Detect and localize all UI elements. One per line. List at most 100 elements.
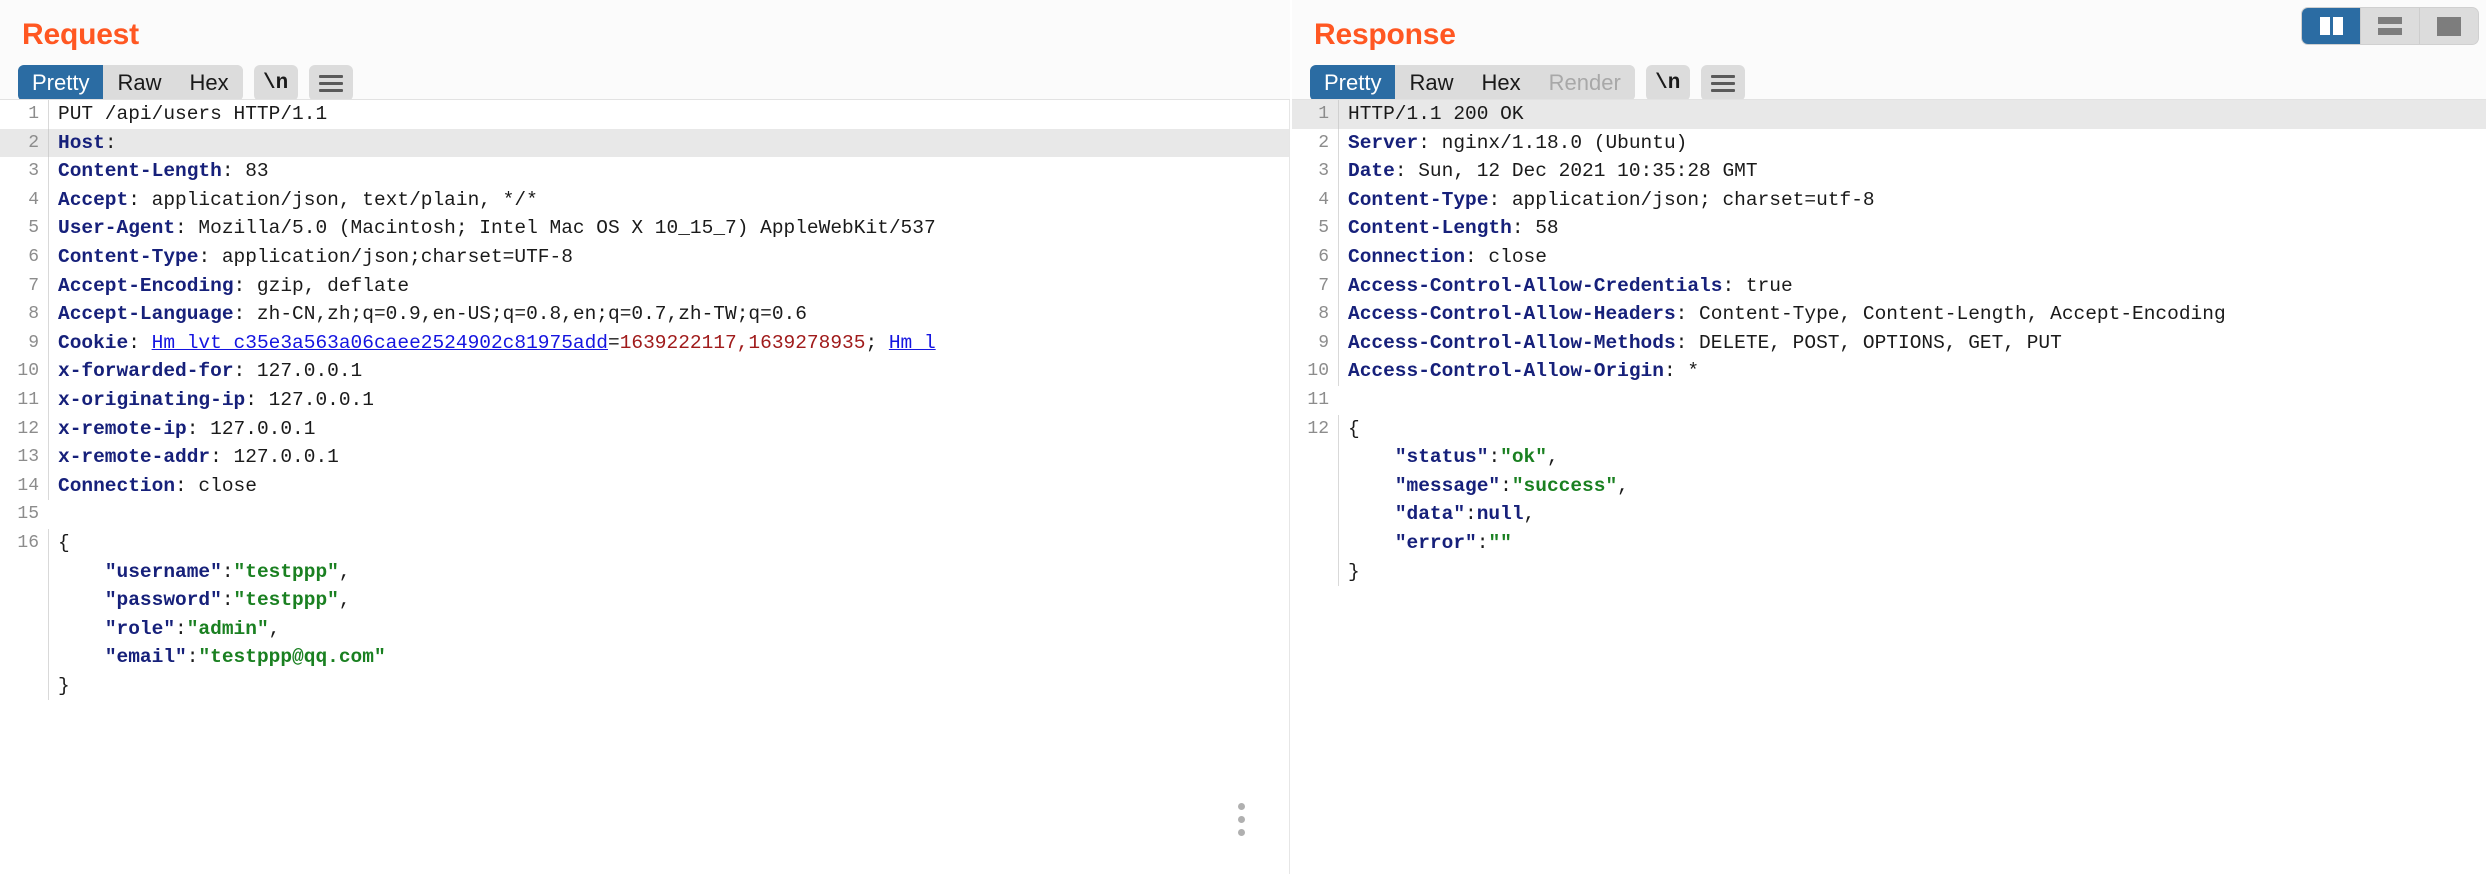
line-number: 2 — [1292, 129, 1338, 158]
line-content: Connection: close — [1338, 243, 2486, 272]
line-number: 11 — [0, 386, 48, 415]
line-content: } — [48, 672, 1290, 701]
request-newline-button[interactable]: \n — [254, 65, 298, 101]
code-line: "status":"ok", — [1292, 443, 2486, 472]
response-tab-pretty[interactable]: Pretty — [1310, 65, 1395, 101]
line-content: User-Agent: Mozilla/5.0 (Macintosh; Inte… — [48, 214, 1290, 243]
line-content: { — [1338, 415, 2486, 444]
line-content: } — [1338, 558, 2486, 587]
response-view-mode-group: Pretty Raw Hex Render — [1310, 65, 1635, 101]
code-line: 3Content-Length: 83 — [0, 157, 1290, 186]
layout-split-button[interactable] — [2302, 8, 2361, 44]
response-pane: Response Pretty Raw Hex Render \n 1HTTP/… — [1292, 0, 2486, 874]
stacked-view-icon — [2378, 17, 2402, 35]
line-content: PUT /api/users HTTP/1.1 — [48, 100, 1290, 129]
code-line: 9Access-Control-Allow-Methods: DELETE, P… — [1292, 329, 2486, 358]
request-view-mode-group: Pretty Raw Hex — [18, 65, 243, 101]
line-number: 16 — [0, 529, 48, 558]
line-number: 3 — [1292, 157, 1338, 186]
code-line: "error":"" — [1292, 529, 2486, 558]
line-content: Access-Control-Allow-Origin: * — [1338, 357, 2486, 386]
code-line: 3Date: Sun, 12 Dec 2021 10:35:28 GMT — [1292, 157, 2486, 186]
line-content: Date: Sun, 12 Dec 2021 10:35:28 GMT — [1338, 157, 2486, 186]
line-content: "data":null, — [1338, 500, 2486, 529]
code-line: } — [1292, 558, 2486, 587]
line-content: HTTP/1.1 200 OK — [1338, 100, 2486, 129]
line-number: 4 — [0, 186, 48, 215]
pane-resize-handle[interactable] — [1238, 803, 1245, 836]
request-title: Request — [0, 0, 1290, 53]
code-line: 12{ — [1292, 415, 2486, 444]
code-line: 5User-Agent: Mozilla/5.0 (Macintosh; Int… — [0, 214, 1290, 243]
line-number: 2 — [0, 129, 48, 158]
line-content: Content-Type: application/json;charset=U… — [48, 243, 1290, 272]
code-line: "data":null, — [1292, 500, 2486, 529]
line-content: Access-Control-Allow-Methods: DELETE, PO… — [1338, 329, 2486, 358]
code-line: 11 — [1292, 386, 2486, 415]
code-line: "email":"testppp@qq.com" — [0, 643, 1290, 672]
request-menu-button[interactable] — [309, 65, 353, 101]
split-view-icon — [2320, 17, 2343, 35]
code-line: 8Accept-Language: zh-CN,zh;q=0.9,en-US;q… — [0, 300, 1290, 329]
line-content: "role":"admin", — [48, 615, 1290, 644]
code-line: 2Host: — [0, 129, 1290, 158]
response-newline-button[interactable]: \n — [1646, 65, 1690, 101]
http-message-viewer: Request Pretty Raw Hex \n 1PUT /api/user… — [0, 0, 2486, 874]
line-number: 9 — [0, 329, 48, 358]
response-tab-raw[interactable]: Raw — [1395, 65, 1467, 101]
request-editor[interactable]: 1PUT /api/users HTTP/1.12Host:3Content-L… — [0, 99, 1290, 874]
layout-stacked-button[interactable] — [2361, 8, 2420, 44]
request-toolbar: Pretty Raw Hex \n — [0, 53, 1290, 99]
layout-switcher — [2302, 8, 2478, 44]
response-tab-hex[interactable]: Hex — [1467, 65, 1534, 101]
line-content: Content-Type: application/json; charset=… — [1338, 186, 2486, 215]
code-line: 12x-remote-ip: 127.0.0.1 — [0, 415, 1290, 444]
line-number: 3 — [0, 157, 48, 186]
line-content: { — [48, 529, 1290, 558]
code-line: 1PUT /api/users HTTP/1.1 — [0, 100, 1290, 129]
line-content: "status":"ok", — [1338, 443, 2486, 472]
request-tab-hex[interactable]: Hex — [175, 65, 242, 101]
line-content: "message":"success", — [1338, 472, 2486, 501]
line-content: Host: — [48, 129, 1290, 158]
line-number: 15 — [0, 500, 48, 529]
line-content: "email":"testppp@qq.com" — [48, 643, 1290, 672]
line-number: 9 — [1292, 329, 1338, 358]
line-number: 6 — [1292, 243, 1338, 272]
request-editor-edge — [1289, 100, 1290, 874]
line-number: 11 — [1292, 386, 1338, 415]
code-line: "role":"admin", — [0, 615, 1290, 644]
line-number: 8 — [0, 300, 48, 329]
code-line: 1HTTP/1.1 200 OK — [1292, 100, 2486, 129]
code-line: 9Cookie: Hm_lvt_c35e3a563a06caee2524902c… — [0, 329, 1290, 358]
request-tab-raw[interactable]: Raw — [103, 65, 175, 101]
code-line: "message":"success", — [1292, 472, 2486, 501]
line-number: 5 — [0, 214, 48, 243]
code-line: 6Content-Type: application/json;charset=… — [0, 243, 1290, 272]
line-content: Connection: close — [48, 472, 1290, 501]
code-line: 6Connection: close — [1292, 243, 2486, 272]
line-content: Server: nginx/1.18.0 (Ubuntu) — [1338, 129, 2486, 158]
line-content: Access-Control-Allow-Credentials: true — [1338, 272, 2486, 301]
line-number: 8 — [1292, 300, 1338, 329]
line-content: Content-Length: 83 — [48, 157, 1290, 186]
line-number: 10 — [0, 357, 48, 386]
response-toolbar: Pretty Raw Hex Render \n — [1292, 53, 2486, 99]
code-line: 8Access-Control-Allow-Headers: Content-T… — [1292, 300, 2486, 329]
request-tab-pretty[interactable]: Pretty — [18, 65, 103, 101]
layout-single-button[interactable] — [2420, 8, 2478, 44]
line-number: 7 — [0, 272, 48, 301]
line-number: 6 — [0, 243, 48, 272]
line-number: 12 — [0, 415, 48, 444]
single-view-icon — [2437, 17, 2461, 36]
response-menu-button[interactable] — [1701, 65, 1745, 101]
line-content: Accept: application/json, text/plain, */… — [48, 186, 1290, 215]
response-code-body: 1HTTP/1.1 200 OK2Server: nginx/1.18.0 (U… — [1292, 100, 2486, 586]
line-content: Cookie: Hm_lvt_c35e3a563a06caee2524902c8… — [48, 329, 1290, 358]
line-content: "username":"testppp", — [48, 558, 1290, 587]
code-line: 11x-originating-ip: 127.0.0.1 — [0, 386, 1290, 415]
line-number: 5 — [1292, 214, 1338, 243]
request-code-body: 1PUT /api/users HTTP/1.12Host:3Content-L… — [0, 100, 1290, 700]
code-line: 5Content-Length: 58 — [1292, 214, 2486, 243]
response-editor[interactable]: 1HTTP/1.1 200 OK2Server: nginx/1.18.0 (U… — [1292, 99, 2486, 874]
